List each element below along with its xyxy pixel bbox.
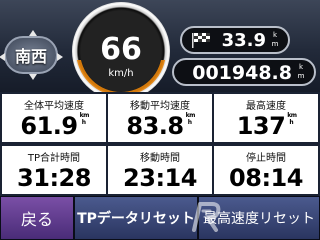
stat-number: 61.9 <box>20 112 78 140</box>
trip-unit-bottom: m <box>271 40 279 48</box>
stat-label: 停止時間 <box>246 153 286 164</box>
unit-bottom: h <box>289 119 294 126</box>
stats-grid: 全体平均速度 61.9 km h 移動平均速度 83.8 km h 最高速度 137 km… <box>0 92 320 196</box>
stat-number: 83.8 <box>126 112 184 140</box>
stat-unit: km h <box>185 112 196 126</box>
compass-arrow-down-icon <box>29 74 37 80</box>
total-distance-unit: k m <box>296 63 306 81</box>
speedometer: 66 km/h <box>72 2 170 100</box>
reset-trip-data-button[interactable]: TPデータリセット <box>74 196 198 240</box>
compass-arrow-up-icon <box>29 30 37 36</box>
stat-value: 137 km h <box>214 112 318 140</box>
stat-unit: km h <box>79 112 90 126</box>
trip-distance-value: 33.9 <box>221 30 266 51</box>
back-button[interactable]: 戻る <box>0 196 74 240</box>
stat-label: TP合計時間 <box>27 153 81 164</box>
stat-max-speed: 最高速度 137 km h <box>212 92 320 144</box>
unit-top: km <box>287 112 297 119</box>
stat-value: 83.8 km h <box>108 112 212 140</box>
stat-label: 全体平均速度 <box>24 101 84 112</box>
stat-moving-avg-speed: 移動平均速度 83.8 km h <box>106 92 214 144</box>
stat-label: 移動時間 <box>140 153 180 164</box>
compass-arrow-left-icon <box>0 53 5 61</box>
trip-distance-unit: k m <box>270 31 280 49</box>
stat-unit: km h <box>287 112 297 126</box>
stat-value: 61.9 km h <box>2 112 106 140</box>
stat-label: 移動平均速度 <box>130 101 190 112</box>
total-unit-top: k <box>298 63 304 71</box>
trip-unit-top: k <box>272 31 278 39</box>
button-bar: 戻る TPデータリセット 最高速度リセット <box>0 196 320 240</box>
stat-value: 08:14 <box>229 164 303 192</box>
dashboard-header: 南西 66 km/h 33.9 k m 001948.8 k m <box>0 0 320 100</box>
stat-moving-time: 移動時間 23:14 <box>106 144 214 196</box>
unit-top: km <box>185 112 196 119</box>
unit-top: km <box>79 112 90 119</box>
r-logo-icon <box>192 202 221 232</box>
compass: 南西 <box>0 30 63 80</box>
compass-arrow-right-icon <box>57 53 63 61</box>
stat-stopped-time: 停止時間 08:14 <box>212 144 320 196</box>
stat-overall-avg-speed: 全体平均速度 61.9 km h <box>0 92 108 144</box>
unit-bottom: h <box>81 119 86 126</box>
stat-label: 最高速度 <box>246 101 286 112</box>
total-unit-bottom: m <box>297 72 305 80</box>
compass-heading: 南西 <box>14 47 47 66</box>
checkered-flag-icon <box>192 33 210 48</box>
stat-number: 137 <box>236 112 286 140</box>
stat-value: 31:28 <box>17 164 91 192</box>
total-distance-value: 001948.8 <box>192 62 292 84</box>
stat-trip-total-time: TP合計時間 31:28 <box>0 144 108 196</box>
speed-unit: km/h <box>108 68 134 79</box>
trip-distance: 33.9 k m <box>180 26 290 54</box>
total-distance: 001948.8 k m <box>172 58 316 86</box>
stat-value: 23:14 <box>123 164 197 192</box>
current-speed: 66 <box>100 32 142 67</box>
unit-bottom: h <box>187 119 192 126</box>
